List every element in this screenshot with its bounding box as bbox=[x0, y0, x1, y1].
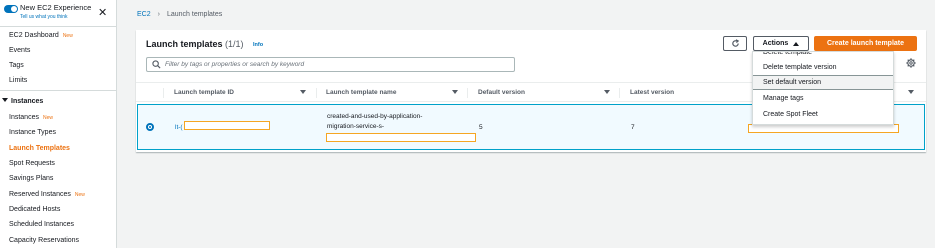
page-title: Launch templates (1/1) bbox=[146, 39, 244, 49]
new-badge: New bbox=[62, 33, 73, 39]
launch-template-name-line1: created-and-used-by-application- bbox=[327, 113, 423, 120]
sidebar-item-label: Dedicated Hosts bbox=[9, 206, 61, 213]
panel-title-text: Launch templates bbox=[146, 39, 223, 49]
sidebar-item-label: Instances bbox=[9, 114, 39, 121]
menu-item-manage-tags[interactable]: Manage tags bbox=[753, 91, 893, 106]
breadcrumb-ec2-link[interactable]: EC2 bbox=[137, 11, 151, 18]
selection-count: (1/1) bbox=[225, 39, 244, 49]
refresh-icon bbox=[731, 39, 739, 47]
column-header-default-version[interactable]: Default version bbox=[478, 89, 525, 96]
caret-up-icon bbox=[793, 41, 800, 46]
sort-icon[interactable] bbox=[452, 90, 458, 94]
sidebar-item-events[interactable]: Events bbox=[9, 46, 30, 55]
default-version-value: 5 bbox=[479, 124, 483, 131]
sidebar-item-label: Instance Types bbox=[9, 129, 56, 136]
breadcrumb: EC2 › Launch templates bbox=[137, 11, 222, 18]
sidebar-item-label: EC2 Dashboard bbox=[9, 32, 59, 39]
sort-icon[interactable] bbox=[300, 90, 306, 94]
menu-item-delete-template-version[interactable]: Delete template version bbox=[753, 60, 893, 75]
new-experience-toggle[interactable] bbox=[4, 5, 18, 13]
actions-button[interactable]: Actions bbox=[753, 36, 809, 51]
column-divider bbox=[619, 88, 620, 98]
search-icon bbox=[152, 60, 161, 69]
sidebar-item-label: Tags bbox=[9, 62, 24, 69]
sidebar-item-spot-requests[interactable]: Spot Requests bbox=[9, 159, 55, 168]
sidebar-item-limits[interactable]: Limits bbox=[9, 76, 27, 85]
new-badge: New bbox=[74, 192, 85, 198]
section-label: Instances bbox=[11, 98, 44, 105]
sidebar-item-label: Spot Requests bbox=[9, 160, 55, 167]
menu-item-set-default-version[interactable]: Set default version bbox=[753, 75, 893, 90]
sidebar-item-ec2-dashboard[interactable]: EC2 Dashboard New bbox=[9, 31, 73, 41]
menu-item-create-spot-fleet[interactable]: Create Spot Fleet bbox=[753, 107, 893, 122]
column-divider bbox=[316, 88, 317, 98]
sidebar-item-label: Events bbox=[9, 47, 31, 54]
sort-icon[interactable] bbox=[604, 90, 610, 94]
sidebar-item-launch-templates[interactable]: Launch Templates bbox=[9, 144, 70, 153]
redacted-value bbox=[326, 133, 476, 142]
refresh-button[interactable] bbox=[723, 36, 747, 51]
sidebar-item-scheduled-instances[interactable]: Scheduled Instances bbox=[9, 220, 74, 229]
sidebar-item-savings-plans[interactable]: Savings Plans bbox=[9, 174, 53, 183]
sidebar-item-label: Scheduled Instances bbox=[9, 221, 74, 228]
sidebar-item-label: Reserved Instances bbox=[9, 191, 71, 198]
sidebar-section-instances[interactable]: Instances bbox=[2, 97, 43, 106]
redacted-value bbox=[184, 121, 270, 130]
gear-icon[interactable] bbox=[906, 58, 916, 68]
sidebar-item-label: Launch Templates bbox=[9, 145, 70, 152]
column-divider bbox=[467, 88, 468, 98]
breadcrumb-current: Launch templates bbox=[166, 11, 223, 18]
create-launch-template-button[interactable]: Create launch template bbox=[814, 36, 917, 51]
menu-item-delete-template[interactable]: Delete template bbox=[753, 52, 893, 60]
sidebar-item-dedicated-hosts[interactable]: Dedicated Hosts bbox=[9, 205, 60, 214]
divider bbox=[0, 90, 117, 91]
column-header-launch-template-name[interactable]: Launch template name bbox=[326, 89, 396, 96]
chevron-right-icon: › bbox=[157, 11, 160, 18]
sidebar: New EC2 Experience Tell us what you thin… bbox=[0, 0, 117, 248]
sidebar-item-label: Limits bbox=[9, 77, 28, 84]
row-select-radio[interactable] bbox=[146, 123, 154, 131]
new-experience-title: New EC2 Experience bbox=[20, 3, 92, 12]
launch-template-id-link[interactable]: lt-( bbox=[175, 124, 183, 131]
info-link[interactable]: Info bbox=[253, 42, 263, 48]
launch-template-name-line2: migration-service-s- bbox=[327, 123, 385, 130]
search-placeholder: Filter by tags or properties or search b… bbox=[165, 61, 305, 68]
sidebar-item-label: Capacity Reservations bbox=[9, 237, 80, 244]
sidebar-item-reserved-instances[interactable]: Reserved Instances New bbox=[9, 190, 85, 200]
sort-icon[interactable] bbox=[908, 90, 914, 94]
sidebar-item-instance-types[interactable]: Instance Types bbox=[9, 128, 56, 137]
new-badge: New bbox=[42, 115, 53, 121]
filter-search-field[interactable]: Filter by tags or properties or search b… bbox=[146, 57, 515, 72]
divider bbox=[0, 26, 117, 27]
column-header-launch-template-id[interactable]: Launch template ID bbox=[174, 89, 234, 96]
sidebar-item-label: Savings Plans bbox=[9, 175, 54, 182]
caret-down-icon bbox=[2, 98, 8, 102]
sidebar-item-tags[interactable]: Tags bbox=[9, 61, 24, 70]
redacted-value bbox=[748, 124, 899, 133]
new-experience-toggle-group: New EC2 Experience Tell us what you thin… bbox=[4, 3, 114, 25]
actions-label: Actions bbox=[762, 40, 789, 47]
sidebar-item-capacity-reservations[interactable]: Capacity Reservations bbox=[9, 236, 79, 245]
sidebar-item-instances[interactable]: Instances New bbox=[9, 113, 53, 123]
column-header-latest-version[interactable]: Latest version bbox=[630, 89, 674, 96]
latest-version-value: 7 bbox=[631, 124, 635, 131]
close-icon[interactable]: ✕ bbox=[98, 8, 107, 19]
actions-dropdown-menu: Delete template Delete template version … bbox=[752, 51, 894, 125]
feedback-link[interactable]: Tell us what you think bbox=[20, 14, 68, 20]
column-divider bbox=[163, 88, 164, 98]
